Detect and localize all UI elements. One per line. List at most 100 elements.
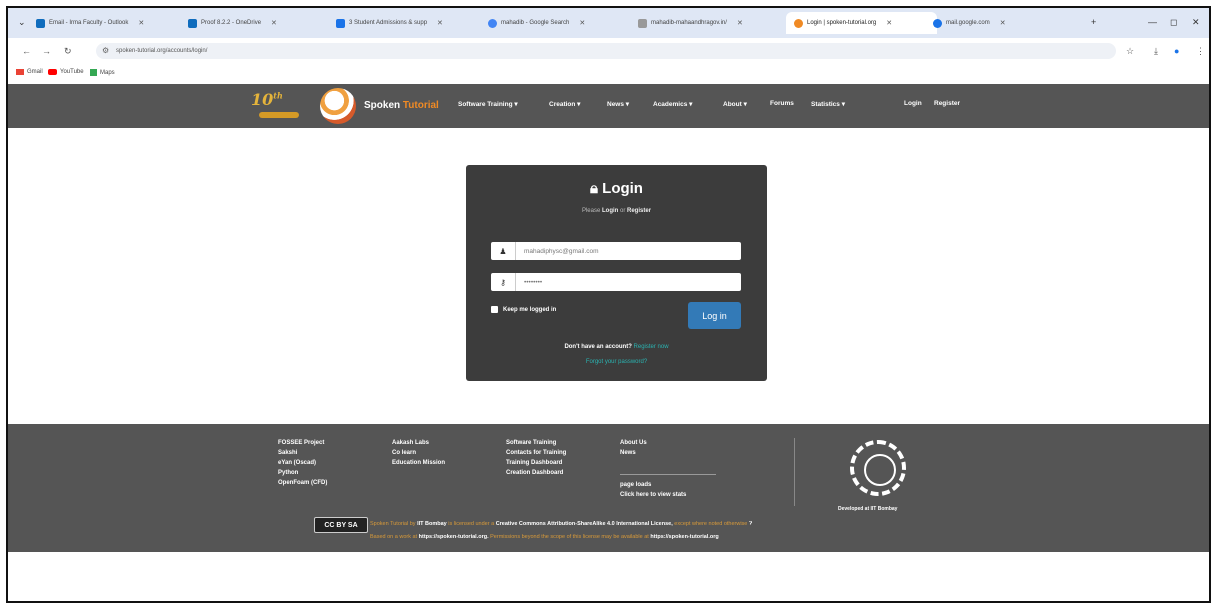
footer-link[interactable]: Contacts for Training bbox=[506, 448, 566, 458]
tab-mahaandhra[interactable]: mahadib-mahaandhragov.in/✕ bbox=[638, 15, 778, 31]
menu-academics[interactable]: Academics ▾ bbox=[653, 100, 692, 108]
url-input[interactable]: ⚙ spoken-tutorial.org/accounts/login/ bbox=[96, 43, 1116, 59]
forward-icon[interactable]: → bbox=[42, 46, 51, 56]
tab-spoken-tutorial[interactable]: Login | spoken-tutorial.org ✕ bbox=[786, 12, 937, 34]
password-field[interactable]: ⚷ •••••••• bbox=[491, 273, 741, 291]
footer-col-initiatives: Aakash Labs Co learn Education Mission bbox=[392, 438, 445, 468]
globe-icon bbox=[933, 18, 942, 28]
menu-register[interactable]: Register bbox=[934, 100, 960, 107]
tab-gmail[interactable]: mail.google.com ✕ bbox=[933, 15, 1073, 31]
profile-icon[interactable]: ● bbox=[1174, 46, 1179, 56]
tab-google-search[interactable]: mahadib - Google Search ✕ bbox=[488, 15, 628, 31]
maximize-icon[interactable]: ◻ bbox=[1170, 17, 1177, 28]
close-icon[interactable]: ✕ bbox=[737, 19, 743, 27]
close-icon[interactable]: ✕ bbox=[1000, 19, 1006, 27]
star-icon[interactable]: ☆ bbox=[1126, 46, 1134, 57]
footer-link[interactable]: Click here to view stats bbox=[620, 490, 686, 500]
footer-link[interactable]: Training Dashboard bbox=[506, 458, 566, 468]
footer-link[interactable]: Aakash Labs bbox=[392, 438, 445, 448]
bookmark-maps[interactable]: Maps bbox=[90, 69, 115, 76]
tab-admissions[interactable]: 3 Student Admissions & supp ✕ bbox=[336, 15, 481, 31]
menu-forums[interactable]: Forums bbox=[770, 100, 794, 107]
site-footer: FOSSEE Project Sakshi eYan (Oscad) Pytho… bbox=[8, 424, 1209, 552]
license-line-2: Based on a work at https://spoken-tutori… bbox=[370, 534, 719, 540]
onedrive-icon bbox=[188, 18, 197, 28]
outlook-icon bbox=[36, 18, 45, 28]
footer-link[interactable]: Education Mission bbox=[392, 458, 445, 468]
footer-link[interactable]: eYan (Oscad) bbox=[278, 458, 327, 468]
anniversary-logo: 10th bbox=[251, 90, 306, 122]
youtube-icon bbox=[48, 69, 57, 75]
login-button[interactable]: Log in bbox=[688, 302, 741, 329]
footer-col-stats: page loads Click here to view stats bbox=[620, 482, 687, 500]
site-navbar: 10th Spoken Tutorial Software Training ▾… bbox=[8, 84, 1209, 128]
help-icon[interactable]: ❓︎ bbox=[749, 521, 752, 527]
spoken-tutorial-icon bbox=[794, 18, 803, 28]
bookmarks-bar: Gmail YouTube Maps bbox=[8, 64, 1209, 85]
forgot-password-link[interactable]: Forgot your password? bbox=[466, 359, 767, 365]
bookmark-gmail[interactable]: Gmail bbox=[16, 69, 43, 75]
login-title: 🔒︎ Login bbox=[590, 180, 643, 197]
register-link[interactable]: Register bbox=[627, 208, 651, 214]
address-bar: ← → ↻ ⚙ spoken-tutorial.org/accounts/log… bbox=[8, 38, 1209, 64]
new-tab-icon[interactable]: + bbox=[1091, 17, 1096, 27]
close-icon[interactable]: ✕ bbox=[271, 19, 277, 27]
download-icon[interactable]: ⤓ bbox=[1154, 46, 1158, 57]
maps-icon bbox=[90, 69, 97, 76]
close-icon[interactable]: ✕ bbox=[138, 19, 144, 27]
minimize-icon[interactable]: — bbox=[1148, 17, 1157, 27]
menu-about[interactable]: About ▾ bbox=[723, 100, 747, 108]
bookmark-youtube[interactable]: YouTube bbox=[48, 69, 84, 75]
divider bbox=[794, 438, 795, 506]
iit-bombay-emblem bbox=[850, 440, 906, 496]
menu-login[interactable]: Login bbox=[904, 100, 922, 107]
remember-checkbox[interactable] bbox=[491, 306, 498, 313]
brand-name[interactable]: Spoken Tutorial bbox=[364, 100, 439, 111]
menu-software-training[interactable]: Software Training ▾ bbox=[458, 100, 518, 108]
license-line-1: Spoken Tutorial by IIT Bombay is license… bbox=[370, 521, 753, 527]
footer-link[interactable]: Creation Dashboard bbox=[506, 468, 566, 478]
tab-bar: ⌄ Email - Irma Faculty - Outlook ✕ Proof … bbox=[8, 8, 1209, 38]
footer-link[interactable]: OpenFoam (CFD) bbox=[278, 478, 327, 488]
footer-link[interactable]: Software Training bbox=[506, 438, 566, 448]
tab-onedrive[interactable]: Proof 8.2.2 - OneDrive ✕ bbox=[188, 15, 328, 31]
reload-icon[interactable]: ↻ bbox=[64, 46, 72, 57]
footer-col-projects: FOSSEE Project Sakshi eYan (Oscad) Pytho… bbox=[278, 438, 327, 488]
login-card: 🔒︎ Login Please Login or Register ♟ maha… bbox=[466, 165, 767, 381]
login-link[interactable]: Login bbox=[602, 208, 618, 214]
lock-icon: 🔒︎ bbox=[590, 180, 598, 197]
footer-link[interactable]: Python bbox=[278, 468, 327, 478]
gmail-icon bbox=[16, 69, 24, 75]
divider bbox=[620, 474, 716, 475]
footer-link[interactable]: Co learn bbox=[392, 448, 445, 458]
developed-by: Developed at IIT Bombay bbox=[838, 506, 898, 512]
close-icon[interactable]: ✕ bbox=[437, 19, 443, 27]
tab-outlook[interactable]: Email - Irma Faculty - Outlook ✕ bbox=[36, 15, 181, 31]
menu-statistics[interactable]: Statistics ▾ bbox=[811, 100, 845, 108]
close-icon[interactable]: ✕ bbox=[579, 19, 585, 27]
close-window-icon[interactable]: ✕ bbox=[1192, 17, 1200, 28]
site-info-icon[interactable]: ⚙ bbox=[102, 46, 109, 55]
menu-news[interactable]: News ▾ bbox=[607, 100, 629, 108]
key-icon: ⚷ bbox=[491, 273, 516, 291]
user-icon: ♟ bbox=[491, 242, 516, 260]
footer-link[interactable]: News bbox=[620, 448, 647, 458]
spoken-tutorial-logo[interactable] bbox=[320, 88, 356, 124]
login-subtitle: Please Login or Register bbox=[581, 208, 652, 214]
footer-link[interactable]: FOSSEE Project bbox=[278, 438, 327, 448]
footer-col-about: About Us News bbox=[620, 438, 647, 458]
close-icon[interactable]: ✕ bbox=[886, 19, 892, 27]
remember-me[interactable]: Keep me logged in bbox=[491, 306, 556, 313]
back-icon[interactable]: ← bbox=[22, 46, 31, 56]
document-icon bbox=[336, 18, 345, 28]
footer-link[interactable]: About Us bbox=[620, 438, 647, 448]
no-account-text: Don't have an account? Register now bbox=[564, 344, 669, 350]
menu-creation[interactable]: Creation ▾ bbox=[549, 100, 580, 108]
register-now-link[interactable]: Register now bbox=[634, 344, 669, 350]
menu-icon[interactable]: ⋮ bbox=[1196, 46, 1205, 57]
cc-license-badge[interactable]: CC BY SA bbox=[314, 517, 368, 533]
page-icon bbox=[638, 18, 647, 28]
username-field[interactable]: ♟ mahadiphysc@gmail.com bbox=[491, 242, 741, 260]
tab-search-icon[interactable]: ⌄ bbox=[18, 17, 26, 28]
footer-link[interactable]: Sakshi bbox=[278, 448, 327, 458]
